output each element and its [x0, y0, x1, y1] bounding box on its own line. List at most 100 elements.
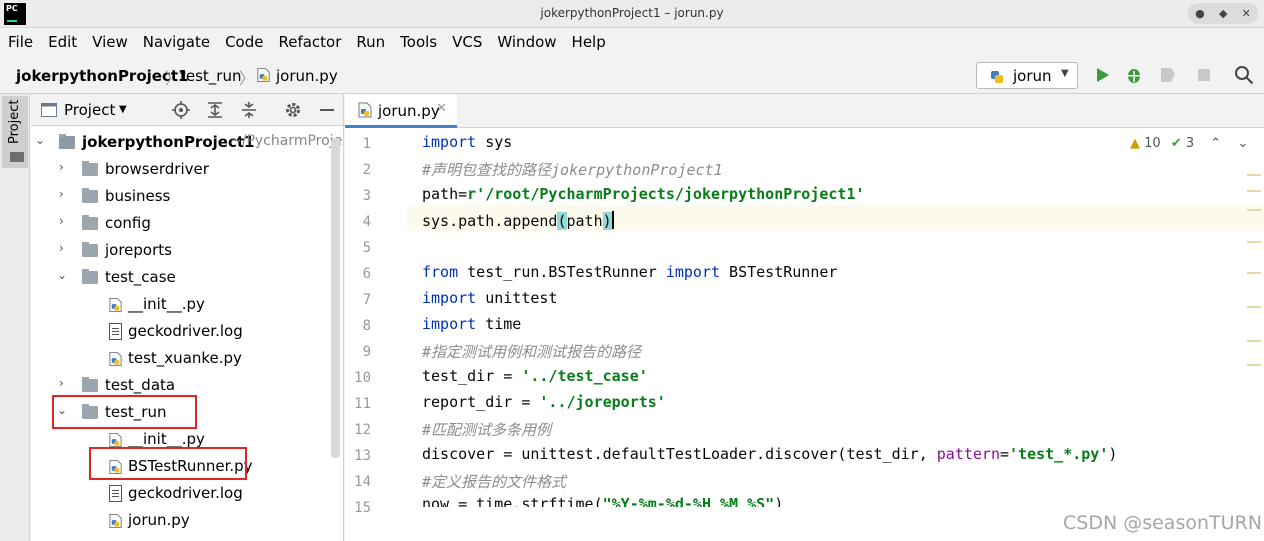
tree-item[interactable]: › business	[31, 183, 343, 210]
line-number: 2	[362, 162, 371, 178]
warning-icon: ▲	[1130, 136, 1140, 151]
folder-icon	[82, 269, 98, 284]
project-panel: Project ▼ ⌄ jokerpythonProject1 ~/Pychar…	[31, 94, 344, 541]
project-scrollbar[interactable]	[331, 138, 340, 458]
tree-item[interactable]: geckodriver.log	[31, 318, 343, 345]
code-line-10[interactable]: test_dir = '../test_case'	[422, 367, 648, 385]
code-line-14[interactable]: #定义报告的文件格式	[422, 471, 566, 492]
code-line-9[interactable]: #指定测试用例和测试报告的路径	[422, 341, 641, 362]
log-file-icon	[109, 323, 122, 340]
code-line-6[interactable]: from test_run.BSTestRunner import BSTest…	[422, 263, 837, 281]
menu-help[interactable]: Help	[572, 33, 606, 51]
chevron-right-icon[interactable]: ›	[59, 214, 64, 228]
search-icon[interactable]	[1234, 65, 1254, 85]
chevron-down-icon[interactable]: ▼	[119, 104, 127, 115]
debug-icon[interactable]	[1124, 65, 1144, 85]
editor-tab-label: jorun.py	[378, 102, 440, 120]
python-icon	[991, 71, 1003, 83]
menu-tools[interactable]: Tools	[400, 33, 437, 51]
expand-all-icon[interactable]	[205, 100, 225, 120]
folder-icon	[82, 242, 98, 257]
menu-window[interactable]: Window	[497, 33, 556, 51]
collapse-all-icon[interactable]	[239, 100, 259, 120]
close-icon[interactable]: ✕	[436, 101, 447, 116]
gear-icon[interactable]	[283, 100, 303, 120]
chevron-down-icon[interactable]: ⌄	[57, 268, 67, 282]
breadcrumb-project[interactable]: jokerpythonProject1	[16, 67, 188, 85]
watermark: CSDN @seasonTURN	[1063, 512, 1262, 534]
tree-item[interactable]: geckodriver.log	[31, 480, 343, 507]
close-icon[interactable]: ✕	[1242, 7, 1251, 20]
menu-vcs[interactable]: VCS	[452, 33, 482, 51]
chevron-right-icon[interactable]: ›	[59, 187, 64, 201]
highlight-box-test-run	[52, 395, 197, 429]
code-line-3[interactable]: path=r'/root/PycharmProjects/jokerpython…	[422, 185, 865, 203]
scrollbar-marker[interactable]	[1247, 340, 1261, 342]
code-line-7[interactable]: import unittest	[422, 289, 557, 307]
project-view-icon	[41, 103, 57, 117]
editor-tab-jorun[interactable]: jorun.py ✕	[345, 94, 457, 128]
tree-item[interactable]: › joreports	[31, 237, 343, 264]
hide-panel-icon[interactable]	[317, 100, 337, 120]
scrollbar-marker[interactable]	[1247, 272, 1261, 274]
tree-item-label: business	[105, 187, 171, 205]
menu-edit[interactable]: Edit	[48, 33, 77, 51]
tree-item[interactable]: › config	[31, 210, 343, 237]
scrollbar-marker[interactable]	[1247, 209, 1261, 211]
window-controls[interactable]: ● ◆ ✕	[1188, 3, 1258, 24]
chevron-right-icon[interactable]: ›	[59, 241, 64, 255]
line-number: 5	[362, 240, 371, 256]
project-tool-window-tab[interactable]: Project	[2, 96, 28, 168]
code-line-11[interactable]: report_dir = '../joreports'	[422, 393, 666, 411]
tree-item[interactable]: › browserdriver	[31, 156, 343, 183]
code-line-15[interactable]: now = time.strftime("%Y-%m-%d-%H_%M_%S")	[422, 495, 783, 507]
maximize-icon[interactable]: ◆	[1219, 7, 1227, 20]
menu-file[interactable]: File	[8, 33, 33, 51]
tree-item-label: __init__.py	[128, 430, 205, 448]
menu-view[interactable]: View	[92, 33, 128, 51]
chevron-down-icon[interactable]: ⌄	[1237, 136, 1248, 151]
chevron-down-icon[interactable]: ⌄	[35, 133, 45, 147]
tree-item-label: geckodriver.log	[128, 484, 243, 502]
tree-root[interactable]: ⌄ jokerpythonProject1 ~/PycharmProject	[31, 129, 343, 156]
chevron-right-icon[interactable]: ›	[59, 160, 64, 174]
run-icon[interactable]	[1092, 65, 1112, 85]
code-line-4[interactable]: sys.path.append(path)	[422, 211, 614, 230]
coverage-icon[interactable]	[1158, 65, 1178, 85]
tree-item-label: config	[105, 214, 151, 232]
chevron-right-icon[interactable]: ›	[59, 376, 64, 390]
locate-file-icon[interactable]	[171, 100, 191, 120]
inspection-widget[interactable]: ▲ 10 ✔ 3 ⌃ ⌄	[1130, 136, 1248, 151]
breadcrumb-folder[interactable]: test_run	[180, 67, 242, 85]
minimize-icon[interactable]: ●	[1195, 7, 1205, 20]
menu-code[interactable]: Code	[225, 33, 263, 51]
menu-navigate[interactable]: Navigate	[143, 33, 210, 51]
scrollbar-marker[interactable]	[1247, 190, 1261, 192]
run-configuration-label: jorun	[1013, 67, 1052, 85]
python-file-icon	[109, 297, 122, 313]
tree-item[interactable]: test_xuanke.py	[31, 345, 343, 372]
code-line-1[interactable]: import sys	[422, 133, 512, 151]
tree-item-label: jorun.py	[128, 511, 190, 529]
code-line-13[interactable]: discover = unittest.defaultTestLoader.di…	[422, 445, 1117, 463]
chevron-up-icon[interactable]: ⌃	[1210, 136, 1221, 151]
scrollbar-marker[interactable]	[1247, 306, 1261, 308]
scrollbar-marker[interactable]	[1247, 174, 1261, 176]
project-panel-title[interactable]: Project	[64, 101, 115, 119]
code-line-2[interactable]: #声明包查找的路径jokerpythonProject1	[422, 159, 723, 180]
tree-item[interactable]: __init__.py	[31, 291, 343, 318]
tree-item[interactable]: jorun.py	[31, 507, 343, 534]
scrollbar-marker[interactable]	[1247, 364, 1261, 366]
line-number: 8	[362, 318, 371, 334]
run-configuration-selector[interactable]: jorun ▼	[976, 62, 1078, 89]
editor-tab-bar: jorun.py ✕	[345, 94, 1264, 128]
code-line-8[interactable]: import time	[422, 315, 521, 333]
code-line-12[interactable]: #匹配测试多条用例	[422, 419, 551, 440]
menu-run[interactable]: Run	[356, 33, 385, 51]
tree-item-label: test_data	[105, 376, 176, 394]
breadcrumb-file[interactable]: jorun.py	[276, 67, 338, 85]
menu-refactor[interactable]: Refactor	[278, 33, 341, 51]
tree-item[interactable]: ⌄ test_case	[31, 264, 343, 291]
stop-icon[interactable]	[1194, 65, 1214, 85]
scrollbar-marker[interactable]	[1247, 241, 1261, 243]
